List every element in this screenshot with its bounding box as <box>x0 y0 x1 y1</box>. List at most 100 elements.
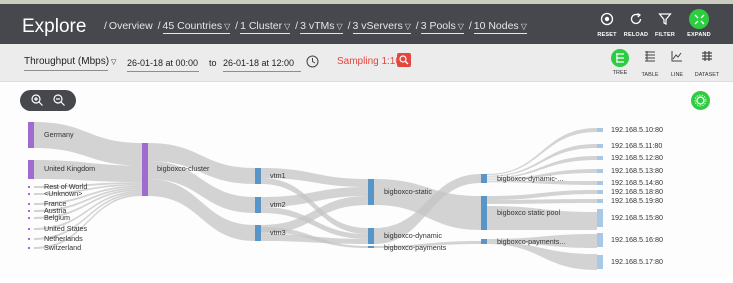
filter-button[interactable]: FILTER <box>648 12 682 38</box>
ip-node[interactable] <box>597 128 603 132</box>
ip-node[interactable] <box>597 233 603 247</box>
country-node[interactable] <box>28 238 30 240</box>
crumb-vtms[interactable]: 3 vTMs ▽ <box>300 20 343 34</box>
ip-label: 192.168.5.14:80 <box>611 178 663 187</box>
vserver-node[interactable] <box>368 246 374 248</box>
ip-node[interactable] <box>597 181 603 185</box>
settings-button[interactable] <box>691 91 710 110</box>
country-node[interactable] <box>28 247 30 249</box>
crumb-pools[interactable]: 3 Pools ▽ <box>420 20 464 34</box>
sankey-links <box>34 122 597 270</box>
country-label: United States <box>44 224 88 233</box>
country-node[interactable] <box>28 193 30 195</box>
filter-label: FILTER <box>654 32 676 38</box>
crumb-cluster[interactable]: 1 Cluster ▽ <box>240 20 291 34</box>
crumb-vservers[interactable]: 3 vServers ▽ <box>352 20 411 34</box>
ip-node[interactable] <box>597 255 603 269</box>
view-table-button[interactable]: TABLE <box>635 49 665 78</box>
ip-node[interactable] <box>597 190 603 194</box>
gear-icon <box>694 94 707 107</box>
metric-select[interactable]: Throughput (Mbps) ▽ <box>24 56 116 71</box>
zoom-controls <box>20 90 76 111</box>
vserver-node[interactable] <box>368 179 374 205</box>
view-dataset-label: DATASET <box>694 72 720 78</box>
ip-label: 192.168.5.10:80 <box>611 125 663 134</box>
vtm-label: vtm2 <box>270 200 286 209</box>
view-table-label: TABLE <box>641 72 659 78</box>
pool-node[interactable] <box>481 196 487 230</box>
chevron-down-icon: ▽ <box>336 22 343 31</box>
country-node[interactable] <box>28 186 30 188</box>
tree-icon <box>611 49 629 67</box>
crumb-countries-label: 45 Countries <box>162 20 223 32</box>
ip-label: 192.168.5.11:80 <box>611 141 662 150</box>
country-node[interactable] <box>28 228 30 230</box>
country-node[interactable] <box>28 210 30 212</box>
metric-label: Throughput (Mbps) <box>24 56 110 67</box>
sankey-canvas: Germany United Kingdom Rest of World <Unkno… <box>0 82 733 278</box>
view-dataset-button[interactable]: DATASET <box>692 49 722 78</box>
pool-node[interactable] <box>481 174 487 183</box>
chevron-down-icon: ▽ <box>520 22 527 31</box>
date-to-field[interactable]: 26-01-18 at 12:00 <box>223 58 301 72</box>
ip-node[interactable] <box>597 199 603 203</box>
sampling-zoom-icon[interactable] <box>397 53 411 67</box>
view-line-label: LINE <box>670 72 684 78</box>
pool-label: bigboxco static pool <box>497 208 561 217</box>
pool-node[interactable] <box>481 239 487 244</box>
ip-label: 192.168.5.16:80 <box>611 235 663 244</box>
vtm-node[interactable] <box>255 197 261 213</box>
crumb-vtms-label: 3 vTMs <box>300 20 335 32</box>
ip-node[interactable] <box>597 209 603 227</box>
reload-icon <box>630 12 642 25</box>
vserver-label: bigboxco-static <box>384 187 432 196</box>
ip-node[interactable] <box>597 156 603 160</box>
vserver-node[interactable] <box>368 228 374 244</box>
country-label: <Unknown> <box>44 189 82 198</box>
expand-button[interactable]: EXPAND <box>682 9 716 38</box>
vtm-label: vtm1 <box>270 171 286 180</box>
ip-node[interactable] <box>597 169 603 173</box>
chevron-down-icon: ▽ <box>404 22 411 31</box>
expand-label: EXPAND <box>687 32 711 38</box>
zoom-in-icon[interactable] <box>30 93 44 107</box>
vserver-label: bigboxco-payments <box>384 243 447 252</box>
country-node[interactable] <box>28 203 30 205</box>
ip-label: 192.168.5.18:80 <box>611 187 663 196</box>
filter-icon <box>658 13 672 25</box>
reset-icon <box>600 12 614 26</box>
sampling-label: Sampling 1:10* <box>337 56 405 67</box>
ip-label: 192.168.5.12:80 <box>611 153 663 162</box>
ip-label: 192.168.5.19:80 <box>611 196 663 205</box>
crumb-nodes[interactable]: 10 Nodes ▽ <box>473 20 527 34</box>
chevron-down-icon: ▽ <box>284 22 291 31</box>
country-node[interactable] <box>28 160 34 179</box>
clock-icon[interactable] <box>306 55 319 68</box>
chevron-down-icon: ▽ <box>457 22 464 31</box>
country-node[interactable] <box>28 122 34 148</box>
vtm-node[interactable] <box>255 225 261 241</box>
view-line-button[interactable]: LINE <box>662 49 692 78</box>
dataset-icon <box>702 51 712 61</box>
cluster-label: bigboxco-cluster <box>157 164 210 173</box>
view-tree-button[interactable]: TREE <box>605 49 635 76</box>
crumb-cluster-label: 1 Cluster <box>240 20 283 32</box>
chevron-down-icon: ▽ <box>111 59 117 66</box>
pool-label: bigboxco-payments... <box>497 237 565 246</box>
ip-label: 192.168.5.15:80 <box>611 213 663 222</box>
vtm-node[interactable] <box>255 168 261 184</box>
chevron-down-icon: ▽ <box>224 22 231 31</box>
crumb-pools-label: 3 Pools <box>420 20 456 32</box>
zoom-out-icon[interactable] <box>52 93 66 107</box>
crumb-overview[interactable]: Overview <box>109 20 153 32</box>
country-node[interactable] <box>28 217 30 219</box>
date-from-field[interactable]: 26-01-18 at 00:00 <box>127 58 199 72</box>
crumb-countries[interactable]: 45 Countries ▽ <box>162 20 231 34</box>
country-link[interactable] <box>34 122 142 166</box>
expand-icon <box>689 9 709 29</box>
pool-node-link[interactable] <box>487 190 597 200</box>
cluster-node[interactable] <box>142 143 148 196</box>
view-tree-label: TREE <box>612 70 628 76</box>
table-icon <box>645 51 655 62</box>
ip-node[interactable] <box>597 144 603 148</box>
